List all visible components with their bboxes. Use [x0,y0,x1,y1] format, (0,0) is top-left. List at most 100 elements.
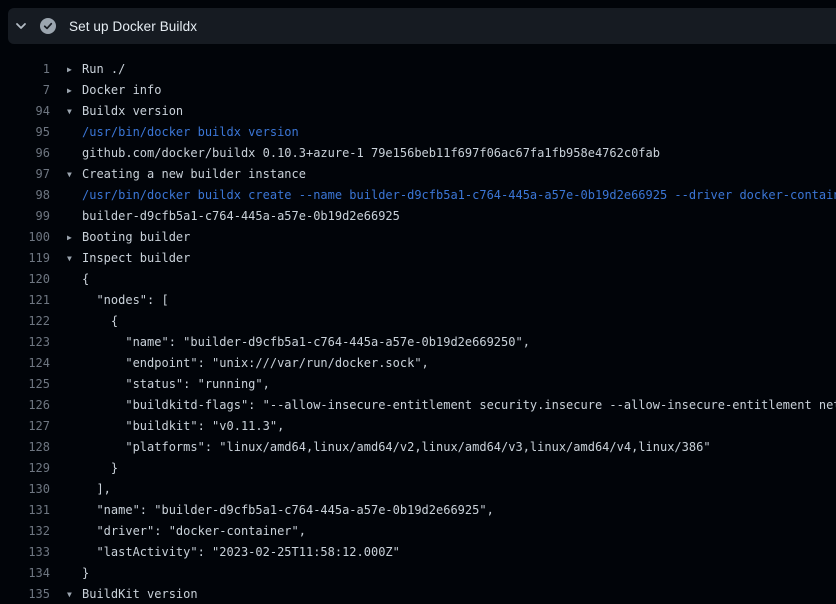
log-group-row[interactable]: 97 ▼ Creating a new builder instance [0,164,836,185]
group-collapsed-icon[interactable]: ▶ [50,80,82,101]
group-toggle-icon [50,437,82,458]
log-line-row: 121 "nodes": [ [0,290,836,311]
group-toggle-icon [50,374,82,395]
log-line-text: Creating a new builder instance [82,164,836,185]
log-line-text: Booting builder [82,227,836,248]
group-toggle-icon [50,416,82,437]
log-group-row[interactable]: 100 ▶ Booting builder [0,227,836,248]
log-line-text: } [82,458,836,479]
log-line-text: Docker info [82,80,836,101]
log-line-text: "platforms": "linux/amd64,linux/amd64/v2… [82,437,836,458]
log-line-text: "nodes": [ [82,290,836,311]
line-number[interactable]: 119 [0,248,50,269]
line-number[interactable]: 99 [0,206,50,227]
group-toggle-icon [50,563,82,584]
log-line-row: 131 "name": "builder-d9cfb5a1-c764-445a-… [0,500,836,521]
log-group-row[interactable]: 119 ▼ Inspect builder [0,248,836,269]
line-number[interactable]: 133 [0,542,50,563]
log-group-row[interactable]: 7 ▶ Docker info [0,80,836,101]
line-number[interactable]: 130 [0,479,50,500]
log-line-text: "buildkit": "v0.11.3", [82,416,836,437]
log-line-text: "buildkitd-flags": "--allow-insecure-ent… [82,395,836,416]
log-line-row: 134 } [0,563,836,584]
log-output[interactable]: 1 ▶ Run ./ 7 ▶ Docker info 94 ▼ Buildx v… [0,44,836,604]
group-collapsed-icon[interactable]: ▶ [50,227,82,248]
log-line-row: 126 "buildkitd-flags": "--allow-insecure… [0,395,836,416]
group-toggle-icon [50,311,82,332]
chevron-down-icon[interactable] [15,20,27,32]
log-line-row: 123 "name": "builder-d9cfb5a1-c764-445a-… [0,332,836,353]
line-number[interactable]: 120 [0,269,50,290]
group-expanded-icon[interactable]: ▼ [50,248,82,269]
log-line-text: } [82,563,836,584]
log-line-row: 120 { [0,269,836,290]
line-number[interactable]: 94 [0,101,50,122]
line-number[interactable]: 127 [0,416,50,437]
log-line-row: 99 builder-d9cfb5a1-c764-445a-a57e-0b19d… [0,206,836,227]
log-line-row: 122 { [0,311,836,332]
line-number[interactable]: 124 [0,353,50,374]
log-line-text: builder-d9cfb5a1-c764-445a-a57e-0b19d2e6… [82,206,836,227]
group-expanded-icon[interactable]: ▼ [50,101,82,122]
line-number[interactable]: 134 [0,563,50,584]
line-number[interactable]: 128 [0,437,50,458]
line-number[interactable]: 100 [0,227,50,248]
log-line-text: "endpoint": "unix:///var/run/docker.sock… [82,353,836,374]
log-line-text: "lastActivity": "2023-02-25T11:58:12.000… [82,542,836,563]
step-title: Set up Docker Buildx [69,19,197,34]
log-line-text: "driver": "docker-container", [82,521,836,542]
log-group-row[interactable]: 94 ▼ Buildx version [0,101,836,122]
line-number[interactable]: 131 [0,500,50,521]
group-collapsed-icon[interactable]: ▶ [50,59,82,80]
line-number[interactable]: 95 [0,122,50,143]
log-line-text: Run ./ [82,59,836,80]
log-group-row[interactable]: 1 ▶ Run ./ [0,59,836,80]
log-line-row: 125 "status": "running", [0,374,836,395]
line-number[interactable]: 125 [0,374,50,395]
log-line-row: 96 github.com/docker/buildx 0.10.3+azure… [0,143,836,164]
line-number[interactable]: 97 [0,164,50,185]
group-toggle-icon [50,269,82,290]
log-line-text: /usr/bin/docker buildx version [82,122,836,143]
check-circle-icon [40,18,56,34]
log-line-row: 98 /usr/bin/docker buildx create --name … [0,185,836,206]
log-line-text: /usr/bin/docker buildx create --name bui… [82,185,836,206]
group-toggle-icon [50,206,82,227]
group-toggle-icon [50,458,82,479]
line-number[interactable]: 123 [0,332,50,353]
group-toggle-icon [50,395,82,416]
log-line-row: 127 "buildkit": "v0.11.3", [0,416,836,437]
group-toggle-icon [50,479,82,500]
group-toggle-icon [50,185,82,206]
step-header[interactable]: Set up Docker Buildx [8,8,836,44]
log-line-text: { [82,269,836,290]
group-expanded-icon[interactable]: ▼ [50,584,82,604]
log-line-row: 129 } [0,458,836,479]
log-line-text: Buildx version [82,101,836,122]
log-line-text: "name": "builder-d9cfb5a1-c764-445a-a57e… [82,500,836,521]
group-toggle-icon [50,521,82,542]
line-number[interactable]: 7 [0,80,50,101]
line-number[interactable]: 129 [0,458,50,479]
line-number[interactable]: 135 [0,584,50,604]
line-number[interactable]: 98 [0,185,50,206]
group-toggle-icon [50,500,82,521]
group-toggle-icon [50,332,82,353]
line-number[interactable]: 96 [0,143,50,164]
group-expanded-icon[interactable]: ▼ [50,164,82,185]
group-toggle-icon [50,542,82,563]
line-number[interactable]: 132 [0,521,50,542]
log-line-row: 95 /usr/bin/docker buildx version [0,122,836,143]
line-number[interactable]: 121 [0,290,50,311]
log-line-text: "name": "builder-d9cfb5a1-c764-445a-a57e… [82,332,836,353]
log-line-text: github.com/docker/buildx 0.10.3+azure-1 … [82,143,836,164]
line-number[interactable]: 1 [0,59,50,80]
log-line-text: ], [82,479,836,500]
line-number[interactable]: 122 [0,311,50,332]
line-number[interactable]: 126 [0,395,50,416]
log-group-row[interactable]: 135 ▼ BuildKit version [0,584,836,604]
log-line-row: 128 "platforms": "linux/amd64,linux/amd6… [0,437,836,458]
log-line-row: 130 ], [0,479,836,500]
group-toggle-icon [50,122,82,143]
group-toggle-icon [50,290,82,311]
